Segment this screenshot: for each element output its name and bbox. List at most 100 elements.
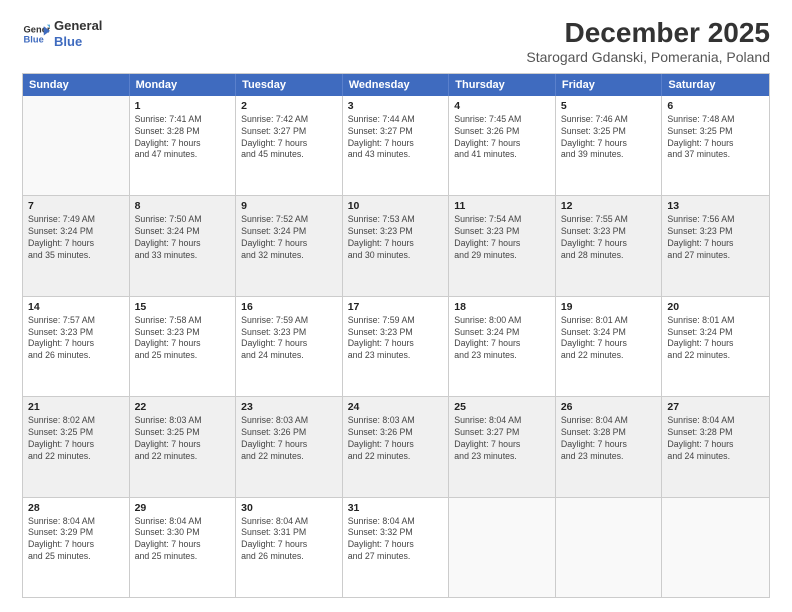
weekday-header: Friday <box>556 74 663 96</box>
calendar-cell: 13 Sunrise: 7:56 AM Sunset: 3:23 PM Dayli… <box>662 196 769 295</box>
calendar-cell: 27 Sunrise: 8:04 AM Sunset: 3:28 PM Dayli… <box>662 397 769 496</box>
calendar-cell: 10Sunrise: 7:53 AM Sunset: 3:23 PM Dayli… <box>343 196 450 295</box>
title-block: December 2025 Starogard Gdanski, Pomeran… <box>526 18 770 65</box>
day-info: Sunrise: 8:02 AM Sunset: 3:25 PM Dayligh… <box>28 415 124 463</box>
logo: General Blue General Blue <box>22 18 102 49</box>
calendar-cell: 31Sunrise: 8:04 AM Sunset: 3:32 PM Dayli… <box>343 498 450 597</box>
day-number: 8 <box>135 200 231 212</box>
calendar-cell: 4 Sunrise: 7:45 AM Sunset: 3:26 PM Daylig… <box>449 96 556 195</box>
day-number: 12 <box>561 200 657 212</box>
day-info: Sunrise: 8:04 AM Sunset: 3:30 PM Dayligh… <box>135 516 231 564</box>
calendar-cell: 6Sunrise: 7:48 AM Sunset: 3:25 PM Daylig… <box>662 96 769 195</box>
calendar-cell: 15Sunrise: 7:58 AM Sunset: 3:23 PM Dayli… <box>130 297 237 396</box>
calendar-cell: 3 Sunrise: 7:44 AM Sunset: 3:27 PM Daylig… <box>343 96 450 195</box>
svg-text:Blue: Blue <box>24 34 44 44</box>
day-info: Sunrise: 7:42 AM Sunset: 3:27 PM Dayligh… <box>241 114 337 162</box>
day-info: Sunrise: 7:50 AM Sunset: 3:24 PM Dayligh… <box>135 214 231 262</box>
day-info: Sunrise: 7:55 AM Sunset: 3:23 PM Dayligh… <box>561 214 657 262</box>
calendar-cell: 11 Sunrise: 7:54 AM Sunset: 3:23 PM Dayli… <box>449 196 556 295</box>
day-number: 13 <box>667 200 764 212</box>
day-info: Sunrise: 8:01 AM Sunset: 3:24 PM Dayligh… <box>561 315 657 363</box>
day-info: Sunrise: 7:45 AM Sunset: 3:26 PM Dayligh… <box>454 114 550 162</box>
day-info: Sunrise: 8:04 AM Sunset: 3:29 PM Dayligh… <box>28 516 124 564</box>
day-number: 6 <box>667 100 764 112</box>
day-info: Sunrise: 8:03 AM Sunset: 3:26 PM Dayligh… <box>348 415 444 463</box>
calendar-cell: 22 Sunrise: 8:03 AM Sunset: 3:25 PM Dayli… <box>130 397 237 496</box>
day-number: 11 <box>454 200 550 212</box>
day-number: 7 <box>28 200 124 212</box>
day-number: 26 <box>561 401 657 413</box>
calendar-cell: 8 Sunrise: 7:50 AM Sunset: 3:24 PM Daylig… <box>130 196 237 295</box>
calendar-cell: 2Sunrise: 7:42 AM Sunset: 3:27 PM Daylig… <box>236 96 343 195</box>
day-number: 18 <box>454 301 550 313</box>
weekday-header: Saturday <box>662 74 769 96</box>
day-number: 3 <box>348 100 444 112</box>
calendar-cell: 26 Sunrise: 8:04 AM Sunset: 3:28 PM Dayli… <box>556 397 663 496</box>
day-number: 1 <box>135 100 231 112</box>
calendar-row: 28 Sunrise: 8:04 AM Sunset: 3:29 PM Dayli… <box>23 498 769 597</box>
day-info: Sunrise: 7:54 AM Sunset: 3:23 PM Dayligh… <box>454 214 550 262</box>
logo-text: General Blue <box>54 18 102 49</box>
calendar-row: 1 Sunrise: 7:41 AM Sunset: 3:28 PM Daylig… <box>23 96 769 196</box>
day-info: Sunrise: 7:56 AM Sunset: 3:23 PM Dayligh… <box>667 214 764 262</box>
day-number: 27 <box>667 401 764 413</box>
page-title: December 2025 <box>526 18 770 49</box>
calendar-body: 1 Sunrise: 7:41 AM Sunset: 3:28 PM Daylig… <box>23 96 769 597</box>
page-subtitle: Starogard Gdanski, Pomerania, Poland <box>526 49 770 65</box>
calendar-cell: 17 Sunrise: 7:59 AM Sunset: 3:23 PM Dayli… <box>343 297 450 396</box>
day-info: Sunrise: 8:03 AM Sunset: 3:26 PM Dayligh… <box>241 415 337 463</box>
day-info: Sunrise: 8:04 AM Sunset: 3:31 PM Dayligh… <box>241 516 337 564</box>
calendar-cell <box>449 498 556 597</box>
day-number: 16 <box>241 301 337 313</box>
day-info: Sunrise: 7:57 AM Sunset: 3:23 PM Dayligh… <box>28 315 124 363</box>
day-number: 22 <box>135 401 231 413</box>
calendar-cell: 29 Sunrise: 8:04 AM Sunset: 3:30 PM Dayli… <box>130 498 237 597</box>
day-info: Sunrise: 8:03 AM Sunset: 3:25 PM Dayligh… <box>135 415 231 463</box>
day-info: Sunrise: 8:01 AM Sunset: 3:24 PM Dayligh… <box>667 315 764 363</box>
logo-icon: General Blue <box>22 20 50 48</box>
calendar-cell: 16 Sunrise: 7:59 AM Sunset: 3:23 PM Dayli… <box>236 297 343 396</box>
weekday-header: Monday <box>130 74 237 96</box>
day-info: Sunrise: 8:04 AM Sunset: 3:28 PM Dayligh… <box>561 415 657 463</box>
calendar-cell: 21 Sunrise: 8:02 AM Sunset: 3:25 PM Dayli… <box>23 397 130 496</box>
day-info: Sunrise: 7:44 AM Sunset: 3:27 PM Dayligh… <box>348 114 444 162</box>
day-number: 31 <box>348 502 444 514</box>
calendar-cell: 19 Sunrise: 8:01 AM Sunset: 3:24 PM Dayli… <box>556 297 663 396</box>
day-number: 4 <box>454 100 550 112</box>
calendar-cell: 30 Sunrise: 8:04 AM Sunset: 3:31 PM Dayli… <box>236 498 343 597</box>
day-number: 20 <box>667 301 764 313</box>
day-number: 14 <box>28 301 124 313</box>
day-info: Sunrise: 7:41 AM Sunset: 3:28 PM Dayligh… <box>135 114 231 162</box>
day-info: Sunrise: 8:04 AM Sunset: 3:27 PM Dayligh… <box>454 415 550 463</box>
calendar-cell <box>556 498 663 597</box>
day-info: Sunrise: 7:59 AM Sunset: 3:23 PM Dayligh… <box>348 315 444 363</box>
calendar-cell: 25Sunrise: 8:04 AM Sunset: 3:27 PM Dayli… <box>449 397 556 496</box>
day-number: 23 <box>241 401 337 413</box>
day-number: 21 <box>28 401 124 413</box>
day-number: 17 <box>348 301 444 313</box>
day-info: Sunrise: 8:04 AM Sunset: 3:28 PM Dayligh… <box>667 415 764 463</box>
calendar-row: 7 Sunrise: 7:49 AM Sunset: 3:24 PM Daylig… <box>23 196 769 296</box>
calendar-cell <box>662 498 769 597</box>
calendar-cell: 5Sunrise: 7:46 AM Sunset: 3:25 PM Daylig… <box>556 96 663 195</box>
calendar: SundayMondayTuesdayWednesdayThursdayFrid… <box>22 73 770 598</box>
day-number: 5 <box>561 100 657 112</box>
day-number: 30 <box>241 502 337 514</box>
day-info: Sunrise: 7:59 AM Sunset: 3:23 PM Dayligh… <box>241 315 337 363</box>
calendar-cell: 24Sunrise: 8:03 AM Sunset: 3:26 PM Dayli… <box>343 397 450 496</box>
weekday-header: Sunday <box>23 74 130 96</box>
calendar-cell <box>23 96 130 195</box>
day-number: 29 <box>135 502 231 514</box>
day-number: 19 <box>561 301 657 313</box>
calendar-cell: 12 Sunrise: 7:55 AM Sunset: 3:23 PM Dayli… <box>556 196 663 295</box>
day-info: Sunrise: 7:49 AM Sunset: 3:24 PM Dayligh… <box>28 214 124 262</box>
calendar-cell: 14 Sunrise: 7:57 AM Sunset: 3:23 PM Dayli… <box>23 297 130 396</box>
weekday-header: Tuesday <box>236 74 343 96</box>
calendar-row: 21 Sunrise: 8:02 AM Sunset: 3:25 PM Dayli… <box>23 397 769 497</box>
day-info: Sunrise: 8:00 AM Sunset: 3:24 PM Dayligh… <box>454 315 550 363</box>
day-info: Sunrise: 7:58 AM Sunset: 3:23 PM Dayligh… <box>135 315 231 363</box>
calendar-cell: 28 Sunrise: 8:04 AM Sunset: 3:29 PM Dayli… <box>23 498 130 597</box>
calendar-cell: 20 Sunrise: 8:01 AM Sunset: 3:24 PM Dayli… <box>662 297 769 396</box>
day-number: 28 <box>28 502 124 514</box>
day-number: 10 <box>348 200 444 212</box>
